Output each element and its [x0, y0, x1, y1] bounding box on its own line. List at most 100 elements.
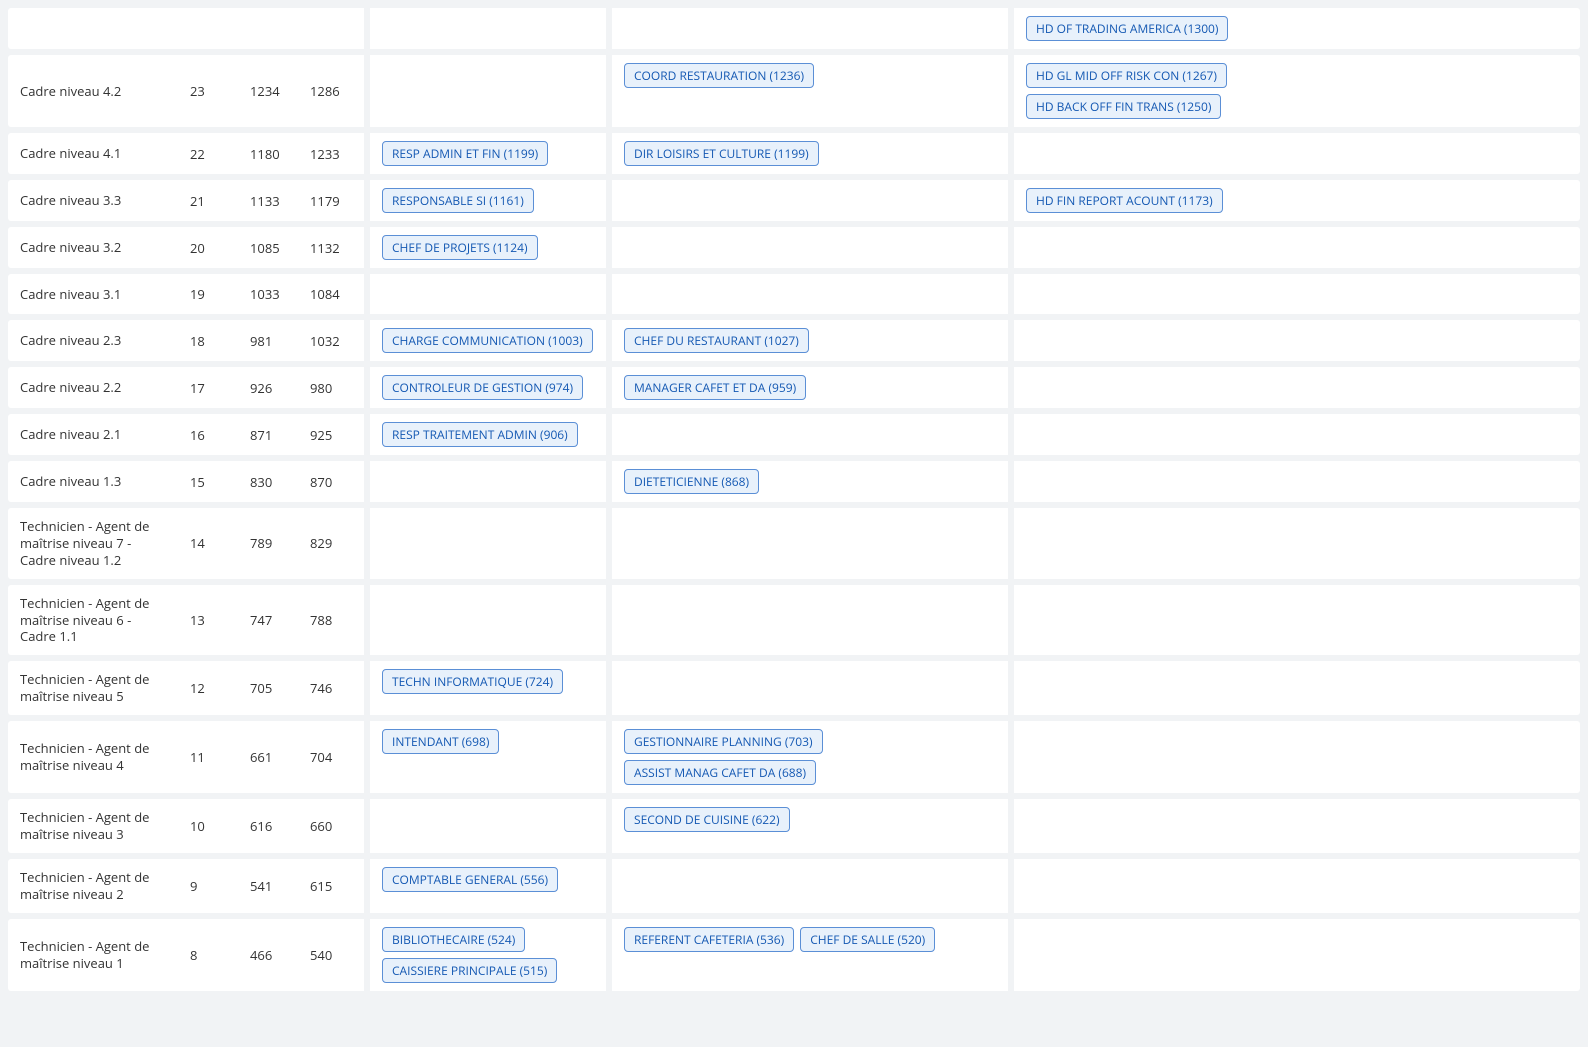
classification-grid: HD OF TRADING AMERICA (1300) Cadre niveau… [8, 8, 1580, 991]
range-max: 925 [298, 414, 358, 455]
range-max: 615 [298, 859, 358, 913]
job-tags-col-1 [370, 461, 600, 502]
job-tags-col-3 [1014, 227, 1404, 268]
job-tag[interactable]: CONTROLEUR DE GESTION (974) [382, 375, 583, 400]
job-tag[interactable]: MANAGER CAFET ET DA (959) [624, 375, 806, 400]
range-max: 1084 [298, 274, 358, 314]
range-min: 830 [238, 461, 298, 502]
level-index: 12 [178, 661, 238, 715]
level-label: Cadre niveau 3.1 [8, 274, 178, 314]
level-index: 19 [178, 274, 238, 314]
range-min: 661 [238, 721, 298, 793]
level-index [178, 8, 238, 49]
job-tags-col-2: DIR LOISIRS ET CULTURE (1199) [612, 133, 1002, 174]
level-label: Technicien - Agent de maîtrise niveau 5 [8, 661, 178, 715]
job-tag[interactable]: HD FIN REPORT ACOUNT (1173) [1026, 188, 1223, 213]
range-max: 746 [298, 661, 358, 715]
level-index: 20 [178, 227, 238, 268]
job-tag[interactable]: CAISSIERE PRINCIPALE (515) [382, 958, 557, 983]
level-index: 18 [178, 320, 238, 361]
range-max: 1179 [298, 180, 358, 221]
job-tag[interactable]: SECOND DE CUISINE (622) [624, 807, 790, 832]
level-index: 13 [178, 585, 238, 656]
job-tag[interactable]: CHEF DE PROJETS (1124) [382, 235, 538, 260]
range-min: 871 [238, 414, 298, 455]
range-min: 926 [238, 367, 298, 408]
level-label: Technicien - Agent de maîtrise niveau 1 [8, 919, 178, 991]
range-max: 980 [298, 367, 358, 408]
job-tag[interactable]: REFERENT CAFETERIA (536) [624, 927, 794, 952]
table-row: Technicien - Agent de maîtrise niveau 51… [8, 661, 1580, 715]
job-tags-col-1: INTENDANT (698) [370, 721, 600, 793]
table-row: Cadre niveau 3.22010851132CHEF DE PROJET… [8, 227, 1580, 268]
job-tags-col-1: RESP ADMIN ET FIN (1199) [370, 133, 600, 174]
job-tag[interactable]: RESP TRAITEMENT ADMIN (906) [382, 422, 578, 447]
range-max: 660 [298, 799, 358, 853]
job-tags-col-3 [1014, 661, 1404, 715]
job-tags-col-1: RESPONSABLE SI (1161) [370, 180, 600, 221]
table-row: Technicien - Agent de maîtrise niveau 31… [8, 799, 1580, 853]
level-index: 17 [178, 367, 238, 408]
job-tags-col-3 [1014, 414, 1404, 455]
job-tag[interactable]: HD BACK OFF FIN TRANS (1250) [1026, 94, 1221, 119]
range-min: 981 [238, 320, 298, 361]
job-tag[interactable]: CHEF DU RESTAURANT (1027) [624, 328, 809, 353]
level-index: 9 [178, 859, 238, 913]
job-tags-col-3 [1014, 585, 1404, 656]
job-tag[interactable]: HD OF TRADING AMERICA (1300) [1026, 16, 1228, 41]
job-tag[interactable]: INTENDANT (698) [382, 729, 499, 754]
range-max: 1132 [298, 227, 358, 268]
range-max: 870 [298, 461, 358, 502]
job-tag[interactable]: RESP ADMIN ET FIN (1199) [382, 141, 548, 166]
job-tag[interactable]: DIR LOISIRS ET CULTURE (1199) [624, 141, 819, 166]
job-tags-col-3 [1014, 919, 1404, 991]
job-tags-col-3 [1014, 859, 1404, 913]
range-min: 1085 [238, 227, 298, 268]
job-tag[interactable]: COMPTABLE GENERAL (556) [382, 867, 558, 892]
job-tags-col-1 [370, 799, 600, 853]
range-min: 1180 [238, 133, 298, 174]
range-min: 1234 [238, 55, 298, 127]
table-row: Cadre niveau 1.315830870DIETETICIENNE (8… [8, 461, 1580, 502]
job-tags-col-1 [370, 274, 600, 314]
job-tags-col-3: HD GL MID OFF RISK CON (1267) HD BACK OFF… [1014, 55, 1404, 127]
range-min: 466 [238, 919, 298, 991]
job-tags-col-2: MANAGER CAFET ET DA (959) [612, 367, 1002, 408]
level-index: 10 [178, 799, 238, 853]
job-tags-col-1: CONTROLEUR DE GESTION (974) [370, 367, 600, 408]
range-min [238, 8, 298, 49]
table-row: HD OF TRADING AMERICA (1300) [8, 8, 1580, 49]
level-index: 22 [178, 133, 238, 174]
job-tags-col-1 [370, 55, 600, 127]
job-tags-col-3 [1014, 799, 1404, 853]
job-tag[interactable]: ASSIST MANAG CAFET DA (688) [624, 760, 816, 785]
job-tag[interactable]: COORD RESTAURATION (1236) [624, 63, 814, 88]
range-max: 829 [298, 508, 358, 579]
job-tags-col-3 [1014, 367, 1404, 408]
job-tags-col-3 [1014, 721, 1404, 793]
table-row: Cadre niveau 3.11910331084 [8, 274, 1580, 314]
job-tag[interactable]: BIBLIOTHECAIRE (524) [382, 927, 525, 952]
range-max: 1286 [298, 55, 358, 127]
job-tags-col-1: COMPTABLE GENERAL (556) [370, 859, 600, 913]
job-tag[interactable]: RESPONSABLE SI (1161) [382, 188, 534, 213]
job-tag[interactable]: GESTIONNAIRE PLANNING (703) [624, 729, 823, 754]
job-tags-col-2 [612, 227, 1002, 268]
range-max: 540 [298, 919, 358, 991]
job-tags-col-1 [370, 8, 600, 49]
table-row: Cadre niveau 4.22312341286COORD RESTAURA… [8, 55, 1580, 127]
job-tag[interactable]: TECHN INFORMATIQUE (724) [382, 669, 563, 694]
range-max: 1032 [298, 320, 358, 361]
job-tags-col-2 [612, 414, 1002, 455]
job-tag[interactable]: HD GL MID OFF RISK CON (1267) [1026, 63, 1227, 88]
job-tags-col-3: HD FIN REPORT ACOUNT (1173) [1014, 180, 1404, 221]
job-tag[interactable]: DIETETICIENNE (868) [624, 469, 759, 494]
job-tags-col-3 [1014, 274, 1404, 314]
job-tag[interactable]: CHEF DE SALLE (520) [800, 927, 935, 952]
job-tag[interactable]: CHARGE COMMUNICATION (1003) [382, 328, 593, 353]
level-index: 16 [178, 414, 238, 455]
range-min: 789 [238, 508, 298, 579]
job-tags-col-1 [370, 585, 600, 656]
job-tags-col-2: SECOND DE CUISINE (622) [612, 799, 1002, 853]
level-label: Technicien - Agent de maîtrise niveau 2 [8, 859, 178, 913]
